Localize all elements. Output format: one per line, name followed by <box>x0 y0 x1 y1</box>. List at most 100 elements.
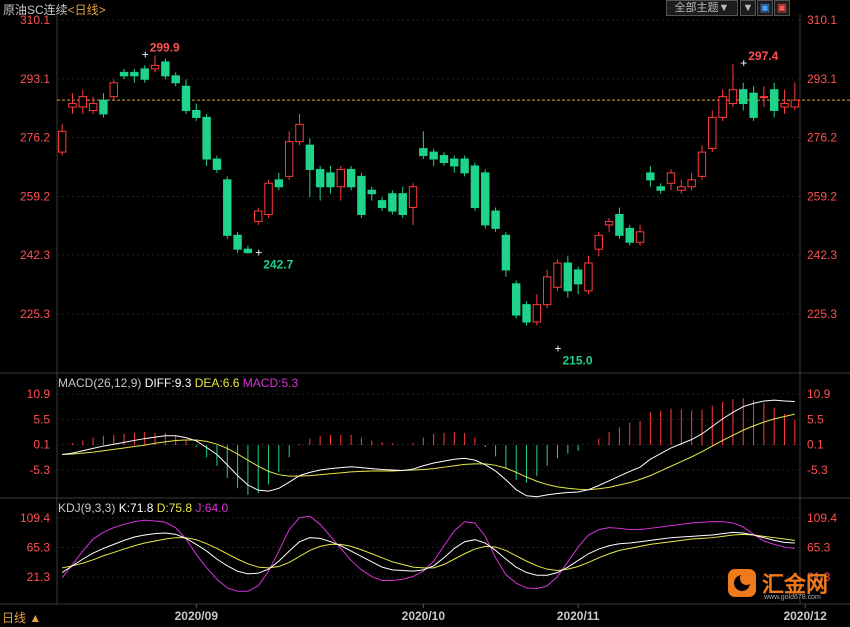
candle-body <box>460 158 469 174</box>
candle-body <box>233 234 242 250</box>
candle-body <box>522 304 531 323</box>
candle-body <box>274 179 284 188</box>
price-tick-right: 310.1 <box>807 13 837 27</box>
candle-body <box>109 82 118 98</box>
gold678-logo: 汇金网 www.gold678.com <box>728 567 838 603</box>
kdj-tick-right: 109.4 <box>807 511 837 525</box>
price-tick-right: 225.3 <box>807 307 837 321</box>
candle-body <box>119 71 129 77</box>
candle-body <box>130 71 139 77</box>
candle-body <box>728 89 738 105</box>
macd-tick-left: 0.1 <box>33 438 50 452</box>
price-tick-right: 293.1 <box>807 72 837 86</box>
candles-layer: +299.9+242.7+215.0+297.4 <box>57 40 850 368</box>
candle-body <box>377 200 387 209</box>
theme-select-button[interactable]: 全部主题▼ <box>666 0 738 16</box>
candle-body <box>790 99 800 108</box>
candle-body <box>99 99 108 115</box>
axis-labels: 310.1 310.1293.1 293.1276.2 276.2259.2 259.2… <box>20 13 837 623</box>
candle-body <box>336 168 345 188</box>
extreme-label: 299.9 <box>150 40 180 54</box>
candle-body <box>687 179 696 188</box>
candle-body <box>429 151 438 160</box>
candle-body <box>563 262 573 292</box>
macd-header: MACD(26,12,9) DIFF:9.3 DEA:6.6 MACD:5.3 <box>58 376 298 390</box>
candle-body <box>677 186 686 191</box>
candle-body <box>315 168 325 188</box>
kdj-d-value: D:75.8 <box>156 501 193 515</box>
logo-icon <box>728 569 756 597</box>
x-tick-label: 2020/10 <box>402 609 446 623</box>
toolbar-button-b[interactable]: ▣ <box>757 0 773 16</box>
extreme-marker: + <box>255 246 262 260</box>
period-tag[interactable]: <日线> <box>68 3 106 17</box>
macd-tick-left: -5.3 <box>29 463 50 477</box>
kdj-tick-left: 21.3 <box>27 570 51 584</box>
candle-body <box>305 144 315 170</box>
candle-body <box>615 213 624 236</box>
kdj-tick-left: 109.4 <box>20 511 50 525</box>
toolbar-button-a[interactable]: ▼ <box>740 0 756 16</box>
candle-body <box>181 85 191 111</box>
candle-body <box>708 116 717 150</box>
extreme-marker: + <box>142 47 149 61</box>
dea-line <box>62 413 795 491</box>
instrument-name: 原油SC连续 <box>3 3 68 17</box>
candle-body <box>295 123 304 143</box>
candle-body <box>367 189 376 195</box>
candle-body <box>646 172 655 181</box>
kdj-header: KDJ(9,3,3) K:71.8 D:75.8 J:64.0 <box>58 501 228 515</box>
logo-url: www.gold678.com <box>764 594 821 601</box>
macd-tick-left: 5.5 <box>33 412 50 426</box>
price-tick-left: 293.1 <box>20 72 50 86</box>
macd-tick-right: 5.5 <box>807 412 824 426</box>
candle-body <box>718 96 727 118</box>
candle-body <box>759 96 769 99</box>
close-chart-button[interactable]: ▣ <box>774 0 790 16</box>
candle-body <box>697 151 707 177</box>
candle-body <box>666 172 676 184</box>
macd-tick-left: 10.9 <box>27 387 51 401</box>
macd-tick-right: 0.1 <box>807 438 824 452</box>
candle-body <box>769 89 779 111</box>
candle-body <box>656 186 665 191</box>
candle-body <box>212 158 222 170</box>
price-tick-left: 225.3 <box>20 307 50 321</box>
candle-body <box>78 96 88 108</box>
candle-body <box>635 231 645 243</box>
extreme-label: 242.7 <box>263 258 293 272</box>
macd-tick-right: -5.3 <box>807 463 828 477</box>
candle-body <box>470 165 480 209</box>
j-line <box>61 515 795 592</box>
price-tick-left: 276.2 <box>20 131 50 145</box>
candle-body <box>398 193 407 215</box>
candle-body <box>532 304 542 323</box>
price-tick-right: 276.2 <box>807 131 837 145</box>
macd-diff-value: DIFF:9.3 <box>144 376 192 390</box>
x-tick-label: 2020/12 <box>783 609 827 623</box>
candle-body <box>780 103 789 108</box>
diff-line <box>62 399 795 498</box>
kdj-j-value: J:64.0 <box>195 501 229 515</box>
candle-body <box>150 64 160 70</box>
candle-body <box>161 61 170 77</box>
k-line <box>61 531 795 576</box>
candle-body <box>57 130 67 153</box>
extreme-marker: + <box>554 342 561 356</box>
candle-body <box>419 148 428 157</box>
price-tick-left: 242.3 <box>20 248 50 262</box>
kdj-k-value: K:71.8 <box>118 501 154 515</box>
candle-body <box>501 234 511 271</box>
candle-body <box>254 210 263 222</box>
candle-body <box>594 234 603 250</box>
extreme-marker: + <box>740 56 747 70</box>
macd-hist-value: MACD:5.3 <box>242 376 299 390</box>
candle-body <box>326 172 335 188</box>
extreme-label: 297.4 <box>748 49 778 63</box>
d-line <box>62 533 795 572</box>
candle-body <box>357 175 366 215</box>
period-switch-button[interactable]: 日线 ▲ <box>2 609 41 626</box>
extreme-label: 215.0 <box>562 354 592 368</box>
candle-body <box>739 89 748 105</box>
kdj-tick-left: 65.3 <box>27 541 51 555</box>
